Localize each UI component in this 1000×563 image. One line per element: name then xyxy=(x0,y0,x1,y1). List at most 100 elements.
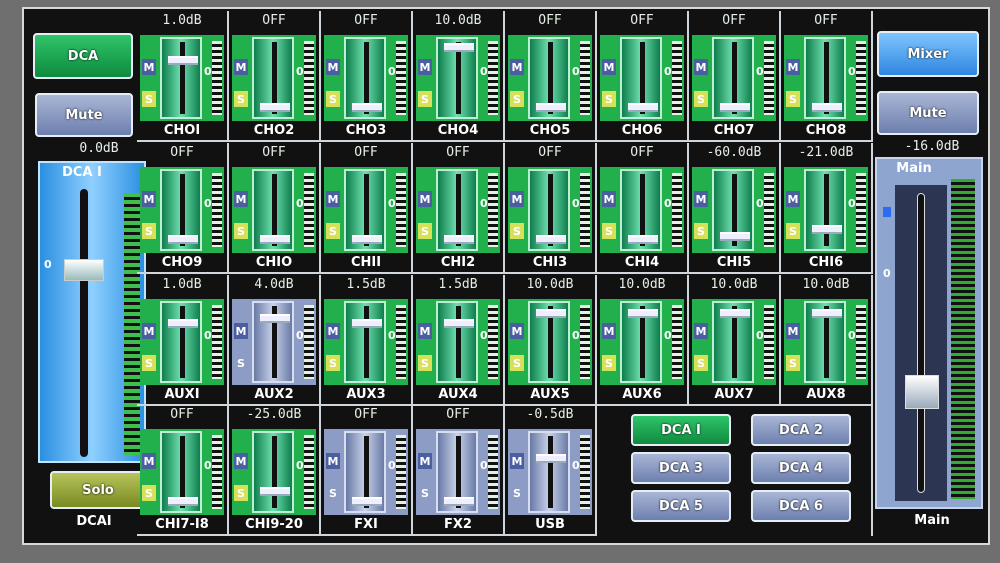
strip-value: OFF xyxy=(354,145,378,160)
solo-button[interactable]: S xyxy=(326,223,340,239)
mixer-view-button[interactable]: Mixer xyxy=(877,31,979,77)
mute-button[interactable]: M xyxy=(142,323,156,339)
solo-button[interactable]: S xyxy=(694,355,708,371)
fader-handle[interactable] xyxy=(628,235,658,244)
mute-button[interactable]: M xyxy=(694,191,708,207)
fader-handle[interactable] xyxy=(168,56,198,65)
mute-button[interactable]: M xyxy=(418,59,432,75)
solo-button[interactable]: S xyxy=(602,91,616,107)
solo-button[interactable]: S xyxy=(234,485,248,501)
solo-button[interactable]: S xyxy=(142,223,156,239)
solo-button[interactable]: S xyxy=(510,223,524,239)
solo-button[interactable]: S xyxy=(326,355,340,371)
fader-handle[interactable] xyxy=(536,309,566,318)
mute-button[interactable]: M xyxy=(602,191,616,207)
mute-button[interactable]: M xyxy=(234,59,248,75)
fader-handle[interactable] xyxy=(444,43,474,52)
mute-button[interactable]: M xyxy=(418,453,432,469)
mute-button[interactable]: M xyxy=(602,59,616,75)
solo-button[interactable]: S xyxy=(326,91,340,107)
fader-handle[interactable] xyxy=(536,103,566,112)
mute-button[interactable]: M xyxy=(142,59,156,75)
strip-fader-panel: M S 0 xyxy=(416,299,500,385)
dca-mute-button[interactable]: Mute xyxy=(35,93,133,137)
dca-fader-handle[interactable] xyxy=(64,259,104,281)
solo-button[interactable]: S xyxy=(786,355,800,371)
mute-button[interactable]: M xyxy=(234,453,248,469)
solo-button[interactable]: S xyxy=(234,355,248,371)
solo-button[interactable]: S xyxy=(418,485,432,501)
strip-value: -21.0dB xyxy=(798,145,854,160)
solo-button[interactable]: S xyxy=(694,223,708,239)
mute-button[interactable]: M xyxy=(418,323,432,339)
mute-button[interactable]: M xyxy=(418,191,432,207)
solo-button[interactable]: S xyxy=(602,355,616,371)
solo-button[interactable]: S xyxy=(510,485,524,501)
solo-button[interactable]: S xyxy=(786,91,800,107)
fader-handle[interactable] xyxy=(720,232,750,241)
fader-handle[interactable] xyxy=(168,497,198,506)
fader-handle[interactable] xyxy=(812,103,842,112)
mute-button[interactable]: M xyxy=(326,323,340,339)
mute-button[interactable]: M xyxy=(510,323,524,339)
fader-handle[interactable] xyxy=(536,235,566,244)
solo-button[interactable]: S xyxy=(418,223,432,239)
solo-button[interactable]: S xyxy=(142,355,156,371)
fader-handle[interactable] xyxy=(352,497,382,506)
solo-button[interactable]: S xyxy=(786,223,800,239)
mute-button[interactable]: M xyxy=(786,323,800,339)
fader-handle[interactable] xyxy=(444,497,474,506)
mute-button[interactable]: M xyxy=(786,191,800,207)
fader-handle[interactable] xyxy=(444,235,474,244)
mute-button[interactable]: M xyxy=(786,59,800,75)
mute-button[interactable]: M xyxy=(510,191,524,207)
mute-button[interactable]: M xyxy=(602,323,616,339)
fader-handle[interactable] xyxy=(260,487,290,496)
mute-button[interactable]: M xyxy=(234,323,248,339)
mute-button[interactable]: M xyxy=(234,191,248,207)
fader-handle[interactable] xyxy=(260,235,290,244)
fader-handle[interactable] xyxy=(352,103,382,112)
channel-strip: 10.0dB M S 0 AUX5 xyxy=(505,275,597,406)
solo-button[interactable]: S xyxy=(694,91,708,107)
fader-handle[interactable] xyxy=(260,314,290,323)
fader-handle[interactable] xyxy=(812,225,842,234)
solo-button[interactable]: S xyxy=(510,355,524,371)
mute-button[interactable]: M xyxy=(326,453,340,469)
solo-button[interactable]: S xyxy=(418,91,432,107)
mute-button[interactable]: M xyxy=(510,59,524,75)
fader-handle[interactable] xyxy=(720,309,750,318)
mute-button[interactable]: M xyxy=(142,191,156,207)
mute-button[interactable]: M xyxy=(694,323,708,339)
fader-handle[interactable] xyxy=(628,309,658,318)
mute-button[interactable]: M xyxy=(142,453,156,469)
fader-handle[interactable] xyxy=(720,103,750,112)
solo-button[interactable]: S xyxy=(510,91,524,107)
fader-handle[interactable] xyxy=(812,309,842,318)
fader-handle[interactable] xyxy=(260,103,290,112)
solo-button[interactable]: S xyxy=(142,91,156,107)
main-fader-handle[interactable] xyxy=(905,375,939,409)
fader-handle[interactable] xyxy=(352,235,382,244)
solo-button[interactable]: S xyxy=(326,485,340,501)
solo-button[interactable]: S xyxy=(234,223,248,239)
dca-solo-button[interactable]: Solo xyxy=(50,471,146,509)
main-mute-button[interactable]: Mute xyxy=(877,91,979,135)
fader-handle[interactable] xyxy=(444,319,474,328)
solo-button[interactable]: S xyxy=(602,223,616,239)
solo-button[interactable]: S xyxy=(142,485,156,501)
fader-track xyxy=(252,301,294,383)
fader-handle[interactable] xyxy=(168,235,198,244)
fader-handle[interactable] xyxy=(628,103,658,112)
mute-button[interactable]: M xyxy=(510,453,524,469)
fader-handle[interactable] xyxy=(168,319,198,328)
solo-button[interactable]: S xyxy=(234,91,248,107)
fader-handle[interactable] xyxy=(536,454,566,463)
mute-button[interactable]: M xyxy=(694,59,708,75)
fader-handle[interactable] xyxy=(352,319,382,328)
solo-button[interactable]: S xyxy=(418,355,432,371)
mute-button[interactable]: M xyxy=(326,59,340,75)
dca-view-button[interactable]: DCA xyxy=(33,33,133,79)
strip-value: OFF xyxy=(630,145,654,160)
mute-button[interactable]: M xyxy=(326,191,340,207)
